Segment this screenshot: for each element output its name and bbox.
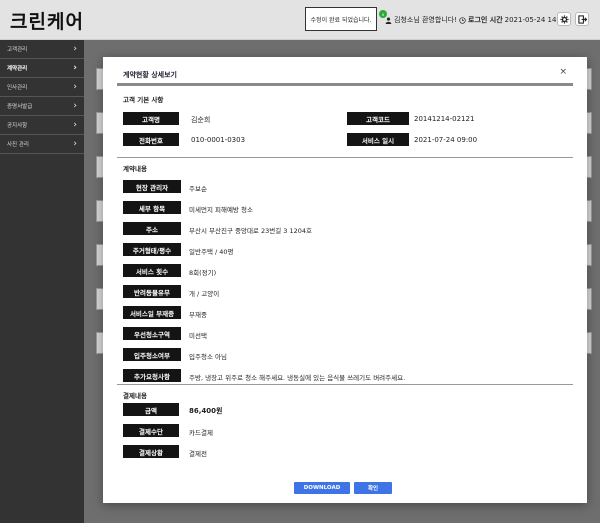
contract-field-label: 세부 항목: [123, 201, 181, 214]
contract-field-label: 현장 관리자: [123, 180, 181, 193]
divider: [117, 157, 573, 158]
sidebar-item-hr[interactable]: 인사관리 ›: [0, 78, 84, 97]
chevron-right-icon: ›: [73, 101, 77, 111]
sidebar-item-label: 공지사항: [7, 123, 28, 129]
service-date-value: 2021-07-24 09:00: [414, 136, 478, 144]
contract-field-value: 부산시 부산진구 중앙대로 23번길 3 1204호: [189, 227, 312, 235]
section-title-contract: 계약내용: [123, 165, 147, 173]
customer-name-value: 김순희: [191, 116, 211, 124]
contract-detail-modal: 계약현황 상세보기 × 고객 기본 사항 고객명 김순희 고객코드 201412…: [103, 57, 587, 503]
payment-field-label: 결제수단: [123, 424, 179, 437]
contract-field-label: 서비스 횟수: [123, 264, 181, 277]
chevron-right-icon: ›: [73, 82, 77, 92]
payment-field-value: 86,400원: [189, 407, 223, 415]
toast-message: 수정이 완료 되었습니다.: [305, 7, 377, 31]
top-header: 크린케어 수정이 완료 되었습니다. x 김청소님 환영합니다! 로그인 시간 …: [0, 0, 600, 40]
sidebar-item-contracts[interactable]: 계약관리 ›: [0, 59, 84, 78]
contract-field-value: 주방, 냉장고 위주로 청소 해주세요. 냉동실에 있는 음식물 쓰레기도 버려…: [189, 374, 406, 382]
contract-field-value: 일반주택 / 40평: [189, 248, 234, 256]
contract-field-value: 입주청소 아님: [189, 353, 227, 361]
contract-field-label: 서비스일 부재중: [123, 306, 181, 319]
customer-name-label: 고객명: [123, 112, 179, 125]
payment-field-value: 결제전: [189, 450, 207, 458]
divider: [117, 384, 573, 385]
app-logo[interactable]: 크린케어: [10, 7, 84, 34]
contract-field-label: 주소: [123, 222, 181, 235]
payment-field-label: 결제상황: [123, 445, 179, 458]
payment-field-label: 금액: [123, 403, 179, 416]
service-date-label: 서비스 일시: [347, 133, 409, 146]
customer-code-value: 20141214-02121: [414, 115, 475, 123]
contract-field-value: 주보순: [189, 185, 207, 193]
chevron-right-icon: ›: [73, 44, 77, 54]
settings-button[interactable]: [557, 12, 571, 26]
contract-field-label: 우선청소구역: [123, 327, 181, 340]
modal-title: 계약현황 상세보기: [123, 71, 177, 79]
sidebar-item-label: 증명서발급: [7, 104, 33, 110]
chevron-right-icon: ›: [73, 63, 77, 73]
user-greeting-text: 김청소님 환영합니다!: [394, 16, 457, 24]
section-title-customer: 고객 기본 사항: [123, 96, 164, 104]
download-button[interactable]: DOWNLOAD: [294, 482, 350, 494]
contract-field-label: 반려동물유무: [123, 285, 181, 298]
clock-icon: [459, 16, 466, 24]
user-icon: [385, 17, 392, 24]
contract-field-value: 부재중: [189, 311, 207, 319]
sidebar-item-label: 고객관리: [7, 47, 28, 53]
close-icon[interactable]: ×: [559, 67, 567, 77]
contract-field-label: 추가요청사항: [123, 369, 181, 382]
chevron-right-icon: ›: [73, 120, 77, 130]
logout-icon: [577, 14, 587, 24]
sidebar-item-label: 계약관리: [7, 66, 28, 72]
sidebar-item-label: 사진 관리: [7, 142, 29, 148]
confirm-button[interactable]: 확인: [354, 482, 392, 494]
contract-field-value: 8회(정기): [189, 269, 217, 277]
section-title-payment: 결제내용: [123, 392, 147, 400]
divider: [117, 83, 573, 86]
user-greeting: 김청소님 환영합니다! 로그인 시간 2021-05-24 14:17: [385, 15, 568, 25]
sidebar-item-label: 인사관리: [7, 85, 28, 91]
contract-field-value: 미세먼지 피해예방 청소: [189, 206, 253, 214]
sidebar-item-customers[interactable]: 고객관리 ›: [0, 40, 84, 59]
customer-code-label: 고객코드: [347, 112, 409, 125]
phone-value: 010-0001-0303: [191, 136, 246, 144]
sidebar-item-photos[interactable]: 사진 관리 ›: [0, 135, 84, 154]
logout-button[interactable]: [575, 12, 589, 26]
phone-label: 전화번호: [123, 133, 179, 146]
contract-field-label: 입주청소여부: [123, 348, 181, 361]
sidebar-item-certificates[interactable]: 증명서발급 ›: [0, 97, 84, 116]
chevron-right-icon: ›: [73, 139, 77, 149]
contract-field-value: 미선택: [189, 332, 207, 340]
gear-icon: [559, 14, 569, 24]
payment-field-value: 카드결제: [189, 429, 213, 437]
contract-field-label: 주거형태/평수: [123, 243, 181, 256]
contract-field-value: 개 / 고양이: [189, 290, 220, 298]
sidebar: 고객관리 › 계약관리 › 인사관리 › 증명서발급 › 공지사항 › 사진 관리 ›: [0, 40, 84, 523]
login-time-label: 로그인 시간: [468, 16, 503, 24]
sidebar-item-notices[interactable]: 공지사항 ›: [0, 116, 84, 135]
